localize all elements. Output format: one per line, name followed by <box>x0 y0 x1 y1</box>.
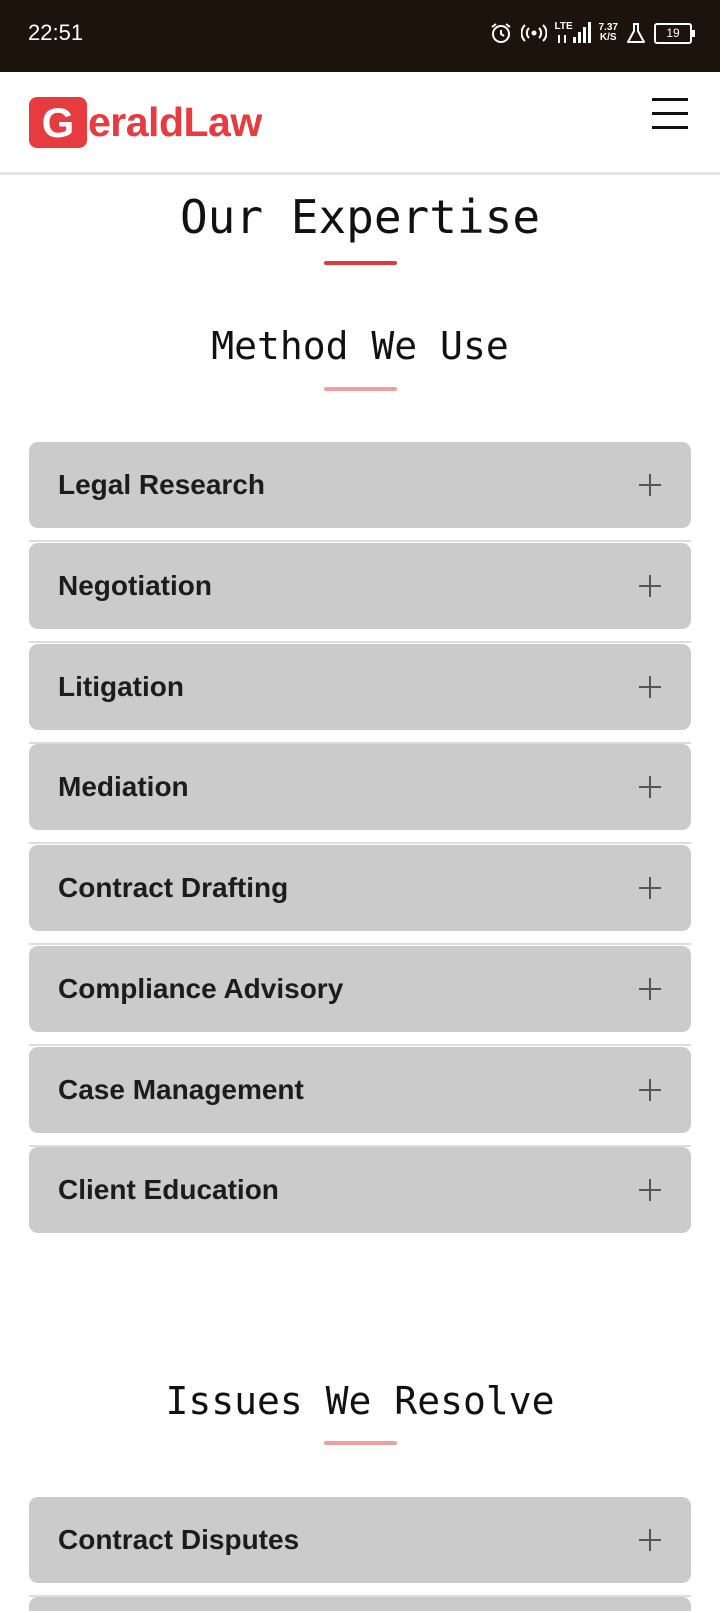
battery-icon: 19 <box>654 22 695 44</box>
accordion-item-partial[interactable] <box>29 1597 691 1611</box>
accordion-item-contract-disputes[interactable]: Contract Disputes <box>29 1497 691 1583</box>
accordion-item-case-management[interactable]: Case Management <box>29 1047 691 1133</box>
plus-icon[interactable] <box>639 1079 661 1101</box>
plus-icon[interactable] <box>639 776 661 798</box>
logo-text: eraldLaw <box>88 99 262 145</box>
methods-title: Method We Use <box>211 324 509 368</box>
signal-icon <box>557 22 591 43</box>
logo-badge: G <box>29 97 87 148</box>
divider <box>29 540 691 542</box>
network-speed: 7.37 K/S <box>599 23 618 43</box>
lab-icon <box>627 23 645 43</box>
expertise-title: Our Expertise <box>179 190 541 244</box>
accordion-item-negotiation[interactable]: Negotiation <box>29 543 691 629</box>
plus-icon[interactable] <box>639 877 661 899</box>
accordion-item-mediation[interactable]: Mediation <box>29 744 691 830</box>
site-header: G eraldLaw <box>0 72 720 175</box>
accordion-item-label: Case Management <box>58 1074 304 1105</box>
hotspot-icon <box>520 24 547 42</box>
accordion-item-contract-drafting[interactable]: Contract Drafting <box>29 845 691 931</box>
accordion-item-label: Contract Drafting <box>58 872 289 903</box>
accordion-item-label: Client Education <box>58 1174 279 1205</box>
accordion-item-litigation[interactable]: Litigation <box>29 644 691 730</box>
logo[interactable]: G eraldLaw <box>29 97 262 148</box>
plus-icon[interactable] <box>639 575 661 597</box>
battery-level: 19 <box>666 25 680 40</box>
accordion-item-legal-research[interactable]: Legal Research <box>29 442 691 528</box>
plus-icon[interactable] <box>639 474 661 496</box>
accordion-item-label: Contract Disputes <box>58 1524 300 1555</box>
signal-indicator: LTE <box>555 21 591 45</box>
divider <box>29 1044 691 1046</box>
plus-icon[interactable] <box>639 676 661 698</box>
status-bar: 22:51 LTE 7.37 K/S 19 <box>0 0 720 72</box>
issues-title-underline <box>324 1441 397 1445</box>
methods-title-underline <box>324 387 397 391</box>
plus-icon[interactable] <box>639 1529 661 1551</box>
expertise-title-underline <box>324 261 397 265</box>
issues-title: Issues We Resolve <box>165 1379 555 1423</box>
divider <box>29 641 691 643</box>
status-time: 22:51 <box>28 20 84 45</box>
hamburger-icon[interactable] <box>652 98 688 132</box>
accordion-item-label: Mediation <box>58 771 189 802</box>
divider <box>29 842 691 844</box>
plus-icon[interactable] <box>639 1179 661 1201</box>
accordion-item-label: Negotiation <box>58 570 212 601</box>
divider <box>29 943 691 945</box>
status-icons: LTE 7.37 K/S 19 <box>489 18 695 48</box>
accordion-item-client-education[interactable]: Client Education <box>29 1147 691 1233</box>
network-speed-unit: K/S <box>599 32 617 43</box>
alarm-icon <box>490 23 511 43</box>
plus-icon[interactable] <box>639 978 661 1000</box>
accordion-item-label: Compliance Advisory <box>58 973 344 1004</box>
accordion-item-label: Legal Research <box>58 469 265 500</box>
accordion-item-label: Litigation <box>58 671 184 702</box>
accordion-item-compliance-advisory[interactable]: Compliance Advisory <box>29 946 691 1032</box>
